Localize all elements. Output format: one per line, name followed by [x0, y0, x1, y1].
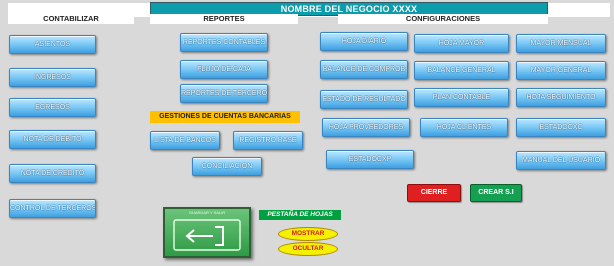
hoja-mayor-button[interactable]: HOJA MAYOR [414, 34, 509, 53]
pestana-label: PESTAÑA DE HOJAS [259, 210, 341, 220]
ocultar-button[interactable]: OCULTAR [278, 242, 338, 256]
lista-bancos-button[interactable]: LISTA DE BANCOS [150, 131, 220, 150]
control-terceros-button[interactable]: CONTROL DE TERCEROS [9, 199, 96, 218]
section-reportes: REPORTES [150, 14, 298, 24]
estadocxc-button[interactable]: ESTADOCXC [516, 118, 606, 137]
hoja-clientes-button[interactable]: HOJA CLIENTES [420, 118, 508, 137]
hoja-seguimiento-button[interactable]: HOJA SEGUIMIENTO [516, 88, 606, 107]
nota-credito-button[interactable]: NOTA DE CREDITO [9, 164, 96, 183]
registro-base-button[interactable]: REGISTRO BASE [233, 131, 303, 150]
asientos-button[interactable]: ASIENTOS [9, 35, 96, 54]
save-exit-caption: GUARDAR Y SALIR [188, 210, 226, 215]
mayor-general-button[interactable]: MAYOR GENERAL [516, 61, 606, 80]
flujo-caja-button[interactable]: FLUJO DE CAJA [180, 60, 268, 79]
nota-debito-button[interactable]: NOTA DE DEBITO [9, 130, 96, 149]
crear-si-button[interactable]: CREAR S.I [470, 184, 522, 202]
section-contabilizar: CONTABILIZAR [8, 14, 134, 24]
reportes-contables-button[interactable]: REPORTES CONTABLES [180, 33, 268, 52]
save-exit-button[interactable]: GUARDAR Y SALIR [163, 207, 251, 258]
exit-door-arrow-icon [173, 219, 241, 251]
egresos-button[interactable]: EGRESOS [9, 98, 96, 117]
reportes-terceros-button[interactable]: REPORTES DE TERCEROS [180, 84, 268, 103]
manual-usuario-button[interactable]: MANUAL DEL USUARIO [516, 151, 606, 170]
plan-contable-button[interactable]: PLAN CONTABLE [414, 88, 509, 107]
estado-resultado-button[interactable]: ESTADO DE RESULTADO [320, 90, 408, 109]
conciliacion-button[interactable]: CONCILIACION [192, 157, 262, 176]
mayor-mensual-button[interactable]: MAYOR MENSUAL [516, 34, 606, 53]
estadocxp-button[interactable]: ESTADOCXP [326, 150, 414, 169]
section-configuraciones: CONFIGURACIONES [338, 14, 548, 24]
balance-comprob-button[interactable]: BALANCE DE COMPROB [320, 60, 408, 79]
bancos-banner: GESTIONES DE CUENTAS BANCARIAS [150, 111, 300, 123]
hoja-diario-button[interactable]: HOJA DIARIO [320, 32, 408, 51]
cierre-button[interactable]: CIERRE [407, 184, 461, 202]
hoja-proveedores-button[interactable]: HOJA PROVEEDORES [322, 118, 410, 137]
ingresos-button[interactable]: INGRESOS [9, 68, 96, 87]
mostrar-button[interactable]: MOSTRAR [278, 227, 338, 241]
balance-general-button[interactable]: BALANCE GENERAL [414, 61, 509, 80]
